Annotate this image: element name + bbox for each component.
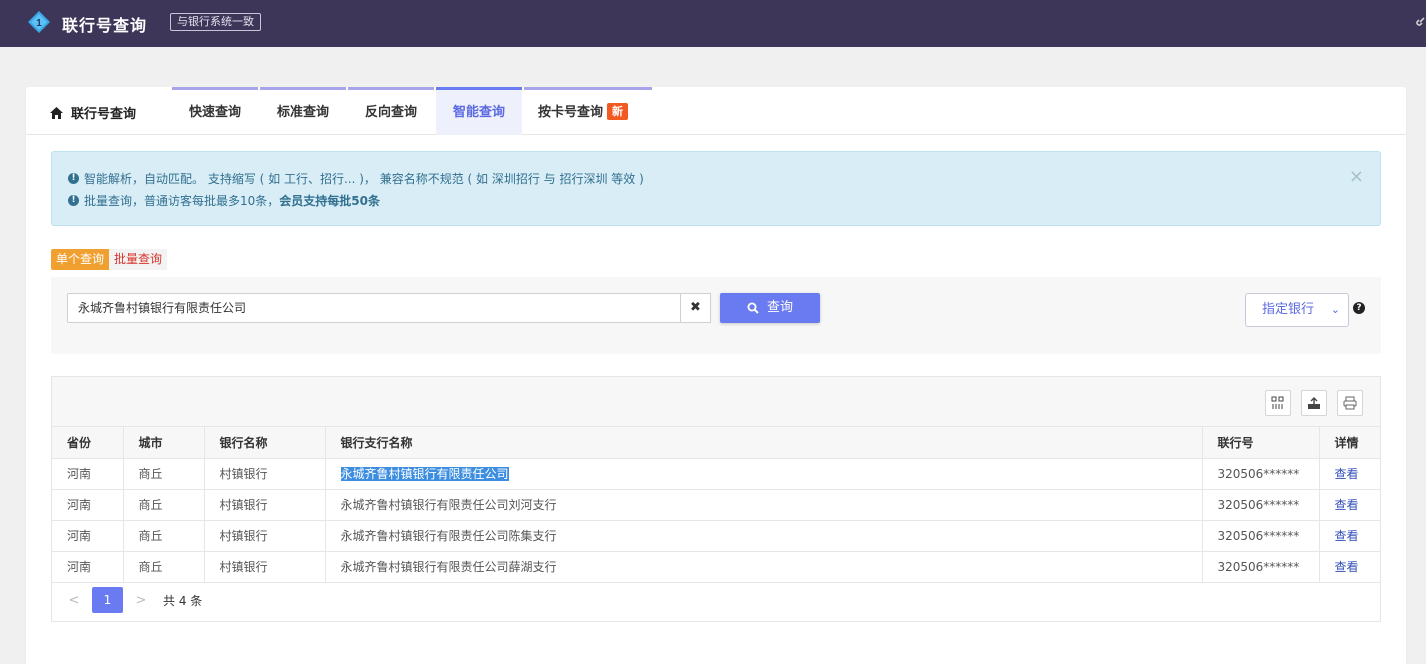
view-link[interactable]: 查看 [1319, 520, 1380, 552]
result-table-panel: 省份 城市 银行名称 银行支行名称 联行号 详情 河南 商丘 村镇银行 永城齐鲁… [51, 376, 1381, 622]
search-input[interactable]: 永城齐鲁村镇银行有限责任公司 [67, 293, 681, 323]
tab-label: 反向查询 [364, 105, 417, 120]
exclamation-icon: ! [68, 173, 79, 184]
alert-line-1: ! 智能解析，自动匹配。 支持缩写 ( 如 工行、招行... )， 兼容名称不规… [68, 170, 644, 187]
bank-select-label: 指定银行 [1262, 302, 1315, 317]
main-card: 联行号查询 快速查询 标准查询 反向查询 智能查询 按卡号查询新 ! 智能解析，… [26, 87, 1406, 664]
column-header[interactable]: 银行名称 [204, 427, 326, 459]
bank-name-cell: 村镇银行 [204, 520, 326, 552]
alert-bold-text: 会员支持每批50条 [279, 194, 380, 208]
page-number-current[interactable]: 1 [92, 587, 123, 613]
clear-button[interactable]: ✖ [680, 293, 711, 323]
column-header[interactable]: 联行号 [1202, 427, 1320, 459]
province-cell: 河南 [52, 458, 124, 490]
province-cell: 河南 [52, 489, 124, 521]
tab-standard-query[interactable]: 标准查询 [260, 87, 346, 135]
column-header[interactable]: 详情 [1319, 427, 1380, 459]
city-cell: 商丘 [123, 551, 205, 583]
branch-name-cell: 永城齐鲁村镇银行有限责任公司刘河支行 [325, 489, 1203, 521]
tab-quick-query[interactable]: 快速查询 [172, 87, 258, 135]
view-link[interactable]: 查看 [1319, 458, 1380, 490]
bank-code-cell: 320506****** [1202, 489, 1320, 521]
table-header-row: 省份 城市 银行名称 银行支行名称 联行号 详情 [52, 427, 1380, 459]
app-title: 联行号查询 [62, 16, 148, 35]
table-row: 河南 商丘 村镇银行 永城齐鲁村镇银行有限责任公司刘河支行 320506****… [52, 489, 1380, 521]
search-panel: 永城齐鲁村镇银行有限责任公司 ✖ 查询 指定银行 ⌄ ? [51, 277, 1381, 354]
top-bar: 1 联行号查询 与银行系统一致 [0, 0, 1426, 47]
app-badge: 与银行系统一致 [170, 13, 261, 31]
columns-filter-icon[interactable] [1265, 390, 1291, 416]
branch-name-cell: 永城齐鲁村镇银行有限责任公司 [325, 458, 1203, 490]
bank-name-cell: 村镇银行 [204, 458, 326, 490]
home-icon [50, 106, 63, 119]
bank-code-cell: 320506****** [1202, 520, 1320, 552]
branch-name-cell: 永城齐鲁村镇银行有限责任公司薛湖支行 [325, 551, 1203, 583]
column-header[interactable]: 省份 [52, 427, 124, 459]
branch-name-cell: 永城齐鲁村镇银行有限责任公司陈集支行 [325, 520, 1203, 552]
tab-label: 快速查询 [188, 105, 241, 120]
table-row: 河南 商丘 村镇银行 永城齐鲁村镇银行有限责任公司陈集支行 320506****… [52, 520, 1380, 552]
column-header[interactable]: 城市 [123, 427, 205, 459]
single-query-tab[interactable]: 单个查询 [51, 249, 110, 270]
svg-text:1: 1 [36, 18, 42, 29]
chevron-down-icon: ⌄ [1330, 303, 1340, 316]
query-button-label: 查询 [766, 300, 793, 315]
query-mode-tabs: 单个查询 批量查询 [51, 249, 168, 270]
city-cell: 商丘 [123, 458, 205, 490]
city-cell: 商丘 [123, 520, 205, 552]
link-icon[interactable] [1414, 12, 1426, 28]
bank-code-cell: 320506****** [1202, 551, 1320, 583]
bank-code-cell: 320506****** [1202, 458, 1320, 490]
province-cell: 河南 [52, 551, 124, 583]
help-icon[interactable]: ? [1353, 302, 1365, 314]
new-badge: 新 [607, 103, 629, 120]
selected-branch-text: 永城齐鲁村镇银行有限责任公司 [340, 467, 509, 481]
batch-query-tab[interactable]: 批量查询 [109, 249, 168, 270]
next-page-icon[interactable]: > [129, 593, 153, 608]
info-alert: ! 智能解析，自动匹配。 支持缩写 ( 如 工行、招行... )， 兼容名称不规… [51, 151, 1381, 226]
tab-card-query[interactable]: 按卡号查询新 [524, 87, 652, 135]
logo-icon: 1 [28, 11, 50, 33]
home-label[interactable]: 联行号查询 [50, 103, 136, 122]
tab-reverse-query[interactable]: 反向查询 [348, 87, 434, 135]
alert-text: 智能解析，自动匹配。 支持缩写 ( 如 工行、招行... )， 兼容名称不规范 … [84, 172, 644, 186]
pagination: < 1 > 共 4 条 [62, 587, 202, 613]
search-icon [747, 302, 759, 314]
view-link[interactable]: 查看 [1319, 551, 1380, 583]
column-header[interactable]: 银行支行名称 [325, 427, 1203, 459]
table-row: 河南 商丘 村镇银行 永城齐鲁村镇银行有限责任公司薛湖支行 320506****… [52, 551, 1380, 583]
bank-name-cell: 村镇银行 [204, 551, 326, 583]
tab-smart-query[interactable]: 智能查询 [436, 87, 522, 135]
close-icon[interactable]: × [1349, 168, 1364, 186]
bank-name-cell: 村镇银行 [204, 489, 326, 521]
alert-line-2: ! 批量查询，普通访客每批最多10条， 会员支持每批50条 [68, 192, 380, 209]
home-text: 联行号查询 [71, 107, 137, 122]
view-link[interactable]: 查看 [1319, 489, 1380, 521]
city-cell: 商丘 [123, 489, 205, 521]
export-icon[interactable] [1301, 390, 1327, 416]
tab-bar: 联行号查询 快速查询 标准查询 反向查询 智能查询 按卡号查询新 [26, 87, 1406, 135]
exclamation-icon: ! [68, 195, 79, 206]
alert-text: 批量查询，普通访客每批最多10条， [84, 194, 280, 208]
prev-page-icon[interactable]: < [62, 593, 86, 608]
query-button[interactable]: 查询 [720, 293, 820, 323]
province-cell: 河南 [52, 520, 124, 552]
tab-label: 按卡号查询 [538, 105, 604, 120]
total-count: 共 4 条 [163, 593, 203, 608]
table-toolbar [52, 377, 1380, 427]
bank-select[interactable]: 指定银行 ⌄ [1245, 293, 1349, 327]
tab-label: 标准查询 [276, 105, 329, 120]
tab-label: 智能查询 [452, 105, 505, 120]
print-icon[interactable] [1337, 390, 1363, 416]
table-row: 河南 商丘 村镇银行 永城齐鲁村镇银行有限责任公司 320506****** 查… [52, 458, 1380, 490]
result-table: 省份 城市 银行名称 银行支行名称 联行号 详情 河南 商丘 村镇银行 永城齐鲁… [52, 427, 1380, 583]
